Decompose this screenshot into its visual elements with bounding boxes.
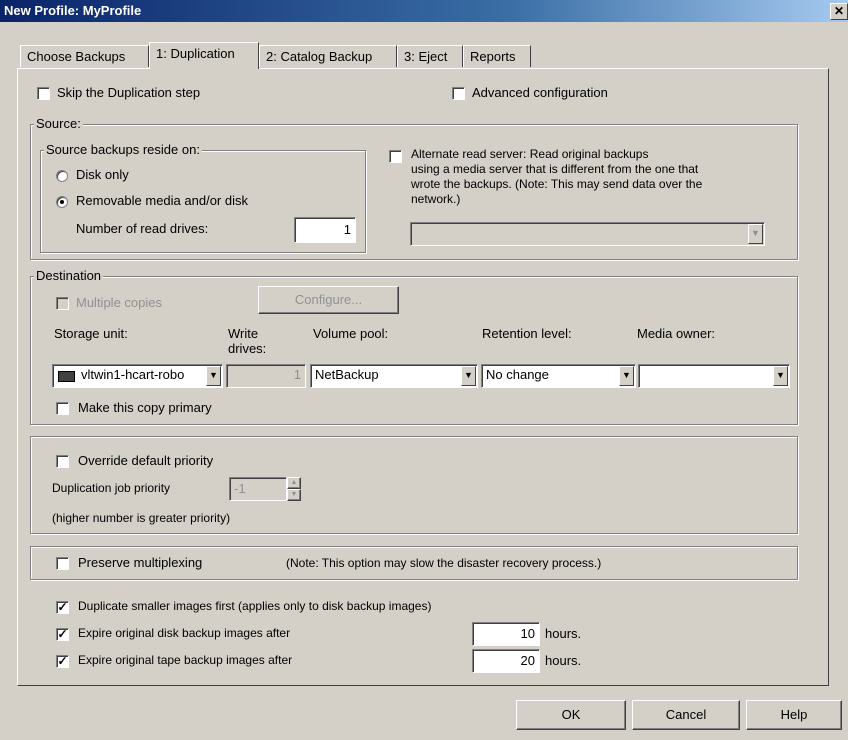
disk-only-radio[interactable] bbox=[56, 170, 68, 182]
alternate-read-checkbox[interactable] bbox=[389, 150, 402, 163]
media-owner-select[interactable]: ▼ bbox=[638, 364, 790, 388]
volume-pool-select[interactable]: NetBackup ▼ bbox=[310, 364, 478, 388]
source-legend: Source: bbox=[34, 116, 83, 131]
help-button[interactable]: Help bbox=[746, 700, 842, 730]
retention-level-select[interactable]: No change ▼ bbox=[481, 364, 636, 388]
expire-disk-label: Expire original disk backup images after bbox=[78, 626, 291, 640]
expire-disk-checkbox[interactable]: ✓ bbox=[56, 628, 69, 641]
write-drives-header-2: drives: bbox=[228, 341, 267, 356]
alternate-read-line3: wrote the backups. (Note: This may send … bbox=[411, 177, 703, 191]
chevron-down-icon[interactable]: ▼ bbox=[206, 366, 221, 386]
read-drives-label: Number of read drives: bbox=[76, 221, 209, 236]
spin-up-icon: ▲ bbox=[287, 477, 301, 489]
expire-disk-input[interactable]: 10 bbox=[472, 622, 540, 646]
advanced-config-checkbox[interactable] bbox=[452, 87, 465, 100]
chevron-down-icon: ▼ bbox=[748, 224, 763, 244]
preserve-multiplexing-label: Preserve multiplexing bbox=[78, 555, 203, 570]
priority-note: (higher number is greater priority) bbox=[52, 511, 231, 525]
storage-unit-select[interactable]: vltwin1-hcart-robo ▼ bbox=[52, 364, 223, 388]
smaller-first-label: Duplicate smaller images first (applies … bbox=[78, 599, 432, 613]
alternate-read-line1: Alternate read server: Read original bac… bbox=[411, 147, 649, 161]
destination-legend: Destination bbox=[34, 268, 104, 283]
job-priority-input: -1 bbox=[229, 477, 287, 501]
skip-duplication-checkbox[interactable] bbox=[37, 87, 50, 100]
chevron-down-icon[interactable]: ▼ bbox=[461, 366, 476, 386]
alternate-server-select: ▼ bbox=[410, 222, 765, 246]
job-priority-label: Duplication job priority bbox=[52, 481, 171, 495]
multiplexing-note: (Note: This option may slow the disaster… bbox=[286, 556, 602, 570]
volume-pool-value: NetBackup bbox=[315, 367, 379, 382]
expire-tape-checkbox[interactable]: ✓ bbox=[56, 655, 69, 668]
cancel-button[interactable]: Cancel bbox=[632, 700, 740, 730]
expire-tape-label: Expire original tape backup images after bbox=[78, 653, 293, 667]
preserve-multiplexing-checkbox[interactable] bbox=[56, 557, 69, 570]
multiple-copies-label: Multiple copies bbox=[76, 295, 162, 310]
spin-down-icon: ▼ bbox=[287, 489, 301, 501]
read-drives-input[interactable]: 1 bbox=[294, 217, 356, 243]
retention-level-header: Retention level: bbox=[482, 326, 572, 341]
write-drives-header-1: Write bbox=[228, 326, 259, 341]
removable-media-label: Removable media and/or disk bbox=[76, 193, 248, 208]
volume-pool-header: Volume pool: bbox=[313, 326, 389, 341]
chevron-down-icon[interactable]: ▼ bbox=[619, 366, 634, 386]
disk-only-label: Disk only bbox=[76, 167, 129, 182]
ok-button[interactable]: OK bbox=[516, 700, 626, 730]
advanced-config-label: Advanced configuration bbox=[472, 85, 608, 100]
job-priority-value: -1 bbox=[234, 481, 246, 496]
override-priority-checkbox[interactable] bbox=[56, 455, 69, 468]
alternate-read-line2: using a media server that is different f… bbox=[411, 162, 699, 176]
expire-disk-unit: hours. bbox=[545, 626, 582, 641]
expire-tape-unit: hours. bbox=[545, 653, 582, 668]
expire-tape-input[interactable]: 20 bbox=[472, 649, 540, 673]
retention-level-value: No change bbox=[486, 367, 549, 382]
write-drives-input: 1 bbox=[226, 364, 306, 388]
override-priority-label: Override default priority bbox=[78, 453, 214, 468]
chevron-down-icon[interactable]: ▼ bbox=[773, 366, 788, 386]
skip-duplication-label: Skip the Duplication step bbox=[57, 85, 201, 100]
multiple-copies-checkbox bbox=[56, 297, 69, 310]
alternate-read-line4: network.) bbox=[411, 192, 461, 206]
storage-device-icon bbox=[58, 371, 75, 382]
make-primary-checkbox[interactable] bbox=[56, 402, 69, 415]
media-owner-header: Media owner: bbox=[637, 326, 716, 341]
configure-button: Configure... bbox=[258, 286, 399, 314]
removable-media-radio[interactable] bbox=[56, 196, 68, 208]
make-primary-label: Make this copy primary bbox=[78, 400, 212, 415]
source-reside-legend: Source backups reside on: bbox=[44, 142, 202, 157]
storage-unit-header: Storage unit: bbox=[54, 326, 128, 341]
smaller-first-checkbox[interactable]: ✓ bbox=[56, 601, 69, 614]
storage-unit-value: vltwin1-hcart-robo bbox=[81, 367, 185, 382]
